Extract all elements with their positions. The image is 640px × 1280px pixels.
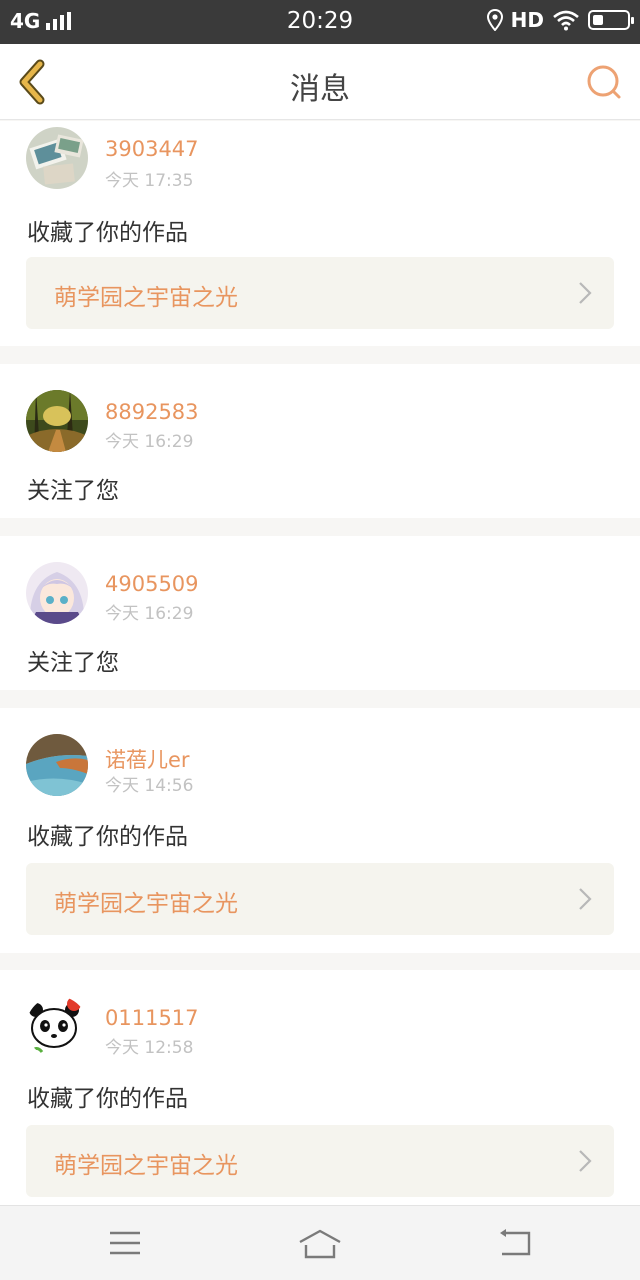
- message-item[interactable]: 诺蓓儿er 今天 14:56 收藏了你的作品 萌学园之宇宙之光: [0, 708, 640, 953]
- username[interactable]: 0111517: [105, 1006, 199, 1030]
- work-link[interactable]: 萌学园之宇宙之光: [26, 1125, 614, 1197]
- system-nav-bar: [0, 1205, 640, 1280]
- timestamp: 今天 14:56: [105, 776, 194, 796]
- search-icon[interactable]: [584, 62, 624, 102]
- home-icon[interactable]: [298, 1228, 342, 1260]
- message-list[interactable]: 3903447 今天 17:35 收藏了你的作品 萌学园之宇宙之光 889258…: [0, 121, 640, 1205]
- action-text: 收藏了你的作品: [27, 1086, 188, 1112]
- status-bar: 4G 20:29 HD: [0, 0, 640, 44]
- avatar[interactable]: [26, 127, 88, 189]
- battery-icon: [588, 10, 634, 30]
- work-link[interactable]: 萌学园之宇宙之光: [26, 863, 614, 935]
- location-icon: [486, 9, 503, 31]
- status-icons: HD: [486, 8, 634, 32]
- message-item[interactable]: 4905509 今天 16:29 关注了您: [0, 536, 640, 690]
- timestamp: 今天 17:35: [105, 171, 194, 191]
- message-item[interactable]: 0111517 今天 12:58 收藏了你的作品 萌学园之宇宙之光: [0, 970, 640, 1205]
- username[interactable]: 4905509: [105, 572, 199, 596]
- avatar[interactable]: [26, 390, 88, 452]
- page-title: 消息: [290, 72, 350, 107]
- timestamp: 今天 16:29: [105, 432, 194, 452]
- avatar[interactable]: [26, 996, 88, 1058]
- work-title: 萌学园之宇宙之光: [54, 891, 238, 917]
- work-title: 萌学园之宇宙之光: [54, 285, 238, 311]
- avatar[interactable]: [26, 562, 88, 624]
- action-text: 关注了您: [27, 650, 119, 676]
- timestamp: 今天 12:58: [105, 1038, 194, 1058]
- action-text: 关注了您: [27, 478, 119, 504]
- action-text: 收藏了你的作品: [27, 824, 188, 850]
- message-item[interactable]: 8892583 今天 16:29 关注了您: [0, 364, 640, 518]
- hd-indicator: HD: [510, 8, 544, 32]
- chevron-right-icon: [579, 1150, 592, 1172]
- username[interactable]: 诺蓓儿er: [105, 744, 190, 774]
- menu-icon[interactable]: [108, 1228, 142, 1258]
- action-text: 收藏了你的作品: [27, 220, 188, 246]
- avatar[interactable]: [26, 734, 88, 796]
- username[interactable]: 8892583: [105, 400, 199, 424]
- chevron-right-icon: [579, 282, 592, 304]
- work-link[interactable]: 萌学园之宇宙之光: [26, 257, 614, 329]
- work-title: 萌学园之宇宙之光: [54, 1153, 238, 1179]
- back-icon[interactable]: [498, 1228, 532, 1258]
- message-item[interactable]: 3903447 今天 17:35 收藏了你的作品 萌学园之宇宙之光: [0, 121, 640, 346]
- username[interactable]: 3903447: [105, 137, 199, 161]
- wifi-icon: [553, 10, 579, 31]
- top-nav-bar: 消息: [0, 44, 640, 120]
- battery-level: [593, 15, 603, 25]
- chevron-right-icon: [579, 888, 592, 910]
- timestamp: 今天 16:29: [105, 604, 194, 624]
